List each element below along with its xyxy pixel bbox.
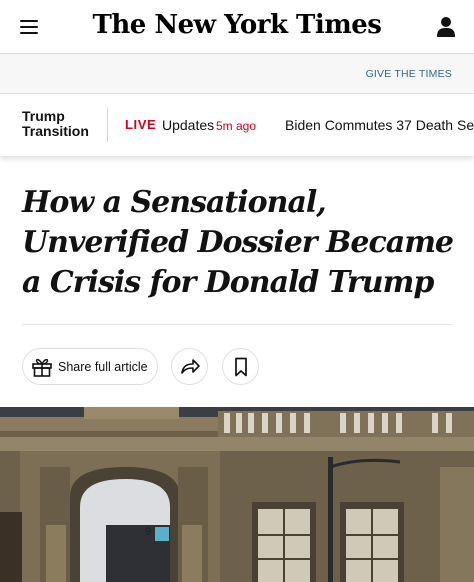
share-button[interactable] (171, 348, 208, 385)
article-headline: How a Sensational, Unverified Dossier Be… (22, 185, 454, 300)
share-full-label: Share full article (58, 360, 148, 374)
top-bar: The New York Times (0, 0, 474, 54)
time-ago: 5m ago (216, 119, 257, 133)
share-arrow-icon (181, 359, 200, 374)
give-the-times-link[interactable]: GIVE THE TIMES (366, 68, 452, 80)
save-button[interactable] (222, 348, 259, 385)
updates-link[interactable]: Updates (162, 117, 214, 133)
topic-bar: Trump Transition LIVE Updates 5m ago Bid… (0, 94, 474, 156)
live-label[interactable]: LIVE (125, 117, 156, 132)
promo-bar: GIVE THE TIMES (0, 54, 474, 94)
site-logo[interactable]: The New York Times (0, 10, 474, 40)
account-icon[interactable] (436, 16, 456, 38)
bookmark-icon (235, 357, 247, 377)
topic-divider (107, 108, 108, 142)
topic-label[interactable]: Trump Transition (22, 109, 94, 139)
gift-icon (32, 358, 52, 377)
headline-divider (22, 324, 452, 325)
next-headline-link[interactable]: Biden Commutes 37 Death Sentences (285, 117, 474, 133)
share-full-article-button[interactable]: Share full article (22, 348, 158, 385)
door-number: 9 (145, 526, 151, 538)
topic-label-text: Trump Transition (22, 108, 89, 139)
article-photo: 9 (0, 407, 474, 582)
